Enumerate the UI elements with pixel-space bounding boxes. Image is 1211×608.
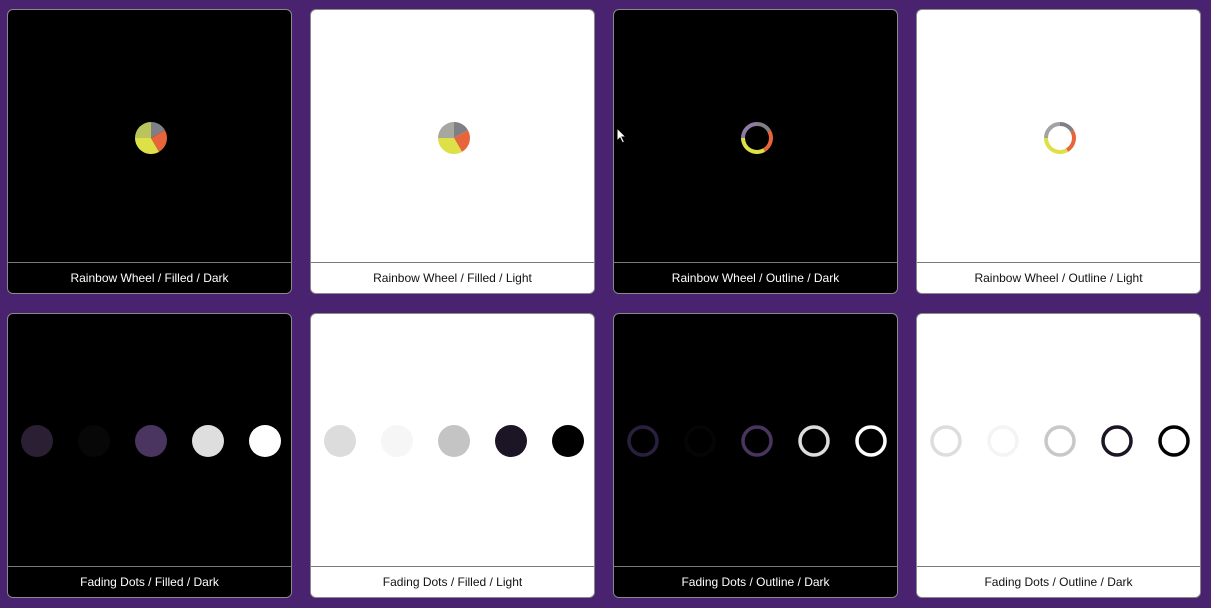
preview-card[interactable]: Fading Dots / Filled / Light: [310, 313, 595, 598]
fading-dot: [78, 425, 110, 457]
fading-ring: [684, 425, 716, 457]
fading-dot: [135, 425, 167, 457]
spinner-preview: [8, 314, 291, 568]
fading-dot: [381, 425, 413, 457]
fading-dot: [21, 425, 53, 457]
spinner-preview: [311, 314, 594, 568]
fading-dot: [552, 425, 584, 457]
preview-card[interactable]: Fading Dots / Outline / Dark: [916, 313, 1201, 598]
spinner-preview: [917, 314, 1200, 568]
spinner-preview: [8, 10, 291, 264]
fading-ring: [1101, 425, 1133, 457]
preview-card[interactable]: Rainbow Wheel / Outline / Light: [916, 9, 1201, 294]
preview-card[interactable]: Rainbow Wheel / Filled / Light: [310, 9, 595, 294]
spinner-preview: [614, 314, 897, 568]
preview-card[interactable]: Rainbow Wheel / Outline / Dark: [613, 9, 898, 294]
fading-ring: [855, 425, 887, 457]
card-caption: Fading Dots / Filled / Light: [311, 566, 594, 597]
card-caption: Rainbow Wheel / Filled / Dark: [8, 262, 291, 293]
card-caption: Rainbow Wheel / Outline / Dark: [614, 262, 897, 293]
fading-ring: [741, 425, 773, 457]
fading-dot: [324, 425, 356, 457]
card-caption: Fading Dots / Outline / Dark: [614, 566, 897, 597]
fading-ring: [1158, 425, 1190, 457]
preview-card[interactable]: Rainbow Wheel / Filled / Dark: [7, 9, 292, 294]
card-caption: Fading Dots / Filled / Dark: [8, 566, 291, 597]
fading-dot: [495, 425, 527, 457]
fading-ring: [798, 425, 830, 457]
preview-card[interactable]: Fading Dots / Filled / Dark: [7, 313, 292, 598]
fading-ring: [987, 425, 1019, 457]
card-caption: Fading Dots / Outline / Dark: [917, 566, 1200, 597]
wheel-segment-lime: [135, 122, 151, 138]
fading-dot: [249, 425, 281, 457]
spinner-preview: [917, 10, 1200, 264]
fading-ring: [1044, 425, 1076, 457]
fading-ring: [627, 425, 659, 457]
spinner-preview: [614, 10, 897, 264]
fading-dot: [192, 425, 224, 457]
mouse-pointer-icon: [616, 127, 628, 144]
fading-dot: [438, 425, 470, 457]
preview-card[interactable]: Fading Dots / Outline / Dark: [613, 313, 898, 598]
fading-ring: [930, 425, 962, 457]
card-caption: Rainbow Wheel / Outline / Light: [917, 262, 1200, 293]
spinner-preview: [311, 10, 594, 264]
card-caption: Rainbow Wheel / Filled / Light: [311, 262, 594, 293]
